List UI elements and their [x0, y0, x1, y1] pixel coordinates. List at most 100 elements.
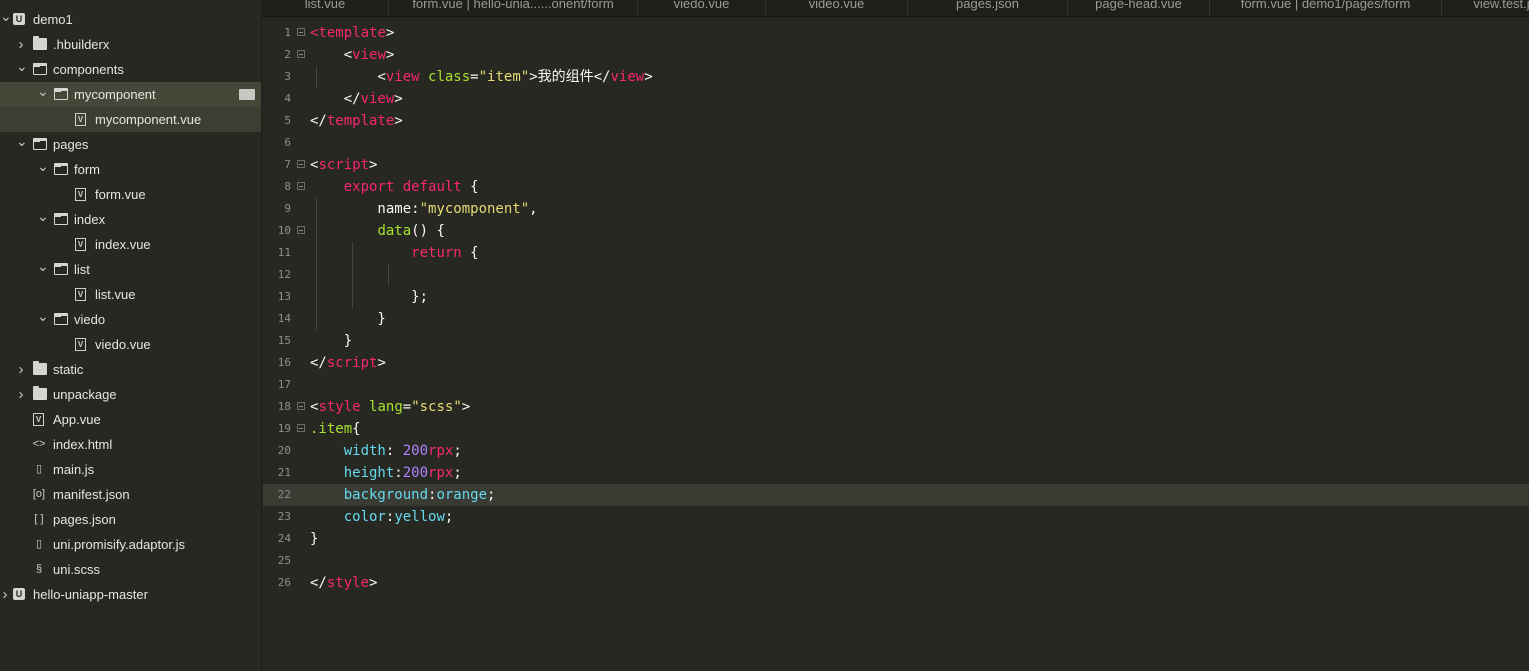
tree-item-form[interactable]: ⌄ form: [0, 157, 261, 182]
tree-item-main-js[interactable]: ▯ main.js: [0, 457, 261, 482]
code-token: </: [310, 113, 327, 129]
editor-tab[interactable]: form.vue | hello-unia......onent/form: [389, 0, 638, 16]
tree-item-hello-uniapp-master[interactable]: › Uhello-uniapp-master: [0, 582, 261, 607]
chevron-down-icon[interactable]: ⌄: [0, 7, 12, 32]
tree-item-mycomponent[interactable]: ⌄ mycomponent: [0, 82, 261, 107]
code-line[interactable]: 6: [263, 132, 1529, 154]
vue-file-icon: V: [75, 288, 86, 301]
code-line[interactable]: 14 }: [263, 308, 1529, 330]
chevron-down-icon[interactable]: ⌄: [37, 207, 49, 232]
fold-toggle-icon[interactable]: [297, 160, 305, 168]
tree-item-manifest-json[interactable]: [o] manifest.json: [0, 482, 261, 507]
tree-item-pages-json[interactable]: [ ] pages.json: [0, 507, 261, 532]
chevron-down-icon[interactable]: ⌄: [16, 132, 28, 157]
code-line[interactable]: 15 }: [263, 330, 1529, 352]
code-line[interactable]: 19 .item{: [263, 418, 1529, 440]
code-line[interactable]: 9 name:"mycomponent",: [263, 198, 1529, 220]
editor-tab[interactable]: list.vue: [262, 0, 389, 16]
code-line[interactable]: 22 background:orange;: [263, 484, 1529, 506]
code-line[interactable]: 13 };: [263, 286, 1529, 308]
code-line[interactable]: 25: [263, 550, 1529, 572]
tree-item-label: demo1: [33, 12, 73, 27]
chevron-right-icon[interactable]: ›: [16, 382, 26, 407]
code-line[interactable]: 12: [263, 264, 1529, 286]
fold-toggle-icon[interactable]: [297, 402, 305, 410]
code-line[interactable]: 23 color:yellow;: [263, 506, 1529, 528]
code-line[interactable]: 10 data() {: [263, 220, 1529, 242]
code-line[interactable]: 7 <script>: [263, 154, 1529, 176]
code-line[interactable]: 8 export default {: [263, 176, 1529, 198]
tree-item-uni-promisify-adaptor-js[interactable]: ▯ uni.promisify.adaptor.js: [0, 532, 261, 557]
tree-item-list[interactable]: ⌄ list: [0, 257, 261, 282]
editor-tab[interactable]: pages.json: [908, 0, 1068, 16]
code-line[interactable]: 5 </template>: [263, 110, 1529, 132]
fold-toggle-icon[interactable]: [297, 28, 305, 36]
tree-item-mycomponent-vue[interactable]: Vmycomponent.vue: [0, 107, 261, 132]
tree-item--hbuilderx[interactable]: › .hbuilderx: [0, 32, 261, 57]
folder-open-icon: [54, 213, 68, 225]
code-line[interactable]: 18 <style lang="scss">: [263, 396, 1529, 418]
editor-tab[interactable]: view.test.j: [1442, 0, 1529, 16]
code-text: </template>: [310, 110, 403, 132]
code-line[interactable]: 2 <view>: [263, 44, 1529, 66]
code-token: height: [343, 465, 395, 481]
code-token: <: [310, 47, 353, 63]
tree-item-static[interactable]: › static: [0, 357, 261, 382]
tree-item-index-vue[interactable]: Vindex.vue: [0, 232, 261, 257]
code-line[interactable]: 24}: [263, 528, 1529, 550]
line-number: 7: [284, 158, 291, 171]
code-line[interactable]: 4 </view>: [263, 88, 1529, 110]
fold-toggle-icon[interactable]: [297, 182, 305, 190]
code-token: template: [318, 25, 386, 41]
code-text: export default {: [310, 176, 479, 198]
tree-item-index-html[interactable]: <> index.html: [0, 432, 261, 457]
chevron-right-icon[interactable]: ›: [16, 357, 26, 382]
chevron-down-icon[interactable]: ⌄: [37, 307, 49, 332]
tree-item-uni-scss[interactable]: § uni.scss: [0, 557, 261, 582]
tree-item-index[interactable]: ⌄ index: [0, 207, 261, 232]
chevron-down-icon[interactable]: ⌄: [37, 257, 49, 282]
tree-item-components[interactable]: ⌄ components: [0, 57, 261, 82]
tree-item-form-vue[interactable]: Vform.vue: [0, 182, 261, 207]
line-number: 1: [284, 26, 291, 39]
code-line[interactable]: 26 </style>: [263, 572, 1529, 594]
tree-item-app-vue[interactable]: V App.vue: [0, 407, 261, 432]
open-folder-icon[interactable]: [239, 89, 255, 100]
editor-tab[interactable]: form.vue | demo1/pages/form: [1210, 0, 1442, 16]
tree-item-list-vue[interactable]: Vlist.vue: [0, 282, 261, 307]
tree-item-demo1[interactable]: ⌄ Udemo1: [0, 7, 261, 32]
tree-item-label: static: [53, 362, 84, 377]
tree-item-viedo-vue[interactable]: Vviedo.vue: [0, 332, 261, 357]
chevron-right-icon[interactable]: ›: [0, 582, 10, 607]
folder-icon: [33, 386, 47, 400]
editor-tab[interactable]: viedo.vue: [638, 0, 766, 16]
tree-item-label: viedo.vue: [95, 337, 151, 352]
folder-open-icon: [54, 163, 68, 175]
code-line[interactable]: 3 <view class="item">我的组件</view>: [263, 66, 1529, 88]
tree-item-pages[interactable]: ⌄ pages: [0, 132, 261, 157]
code-editor[interactable]: 1 <template> 2 <view> 3 <view class="item">…: [263, 17, 1529, 671]
fold-toggle-icon[interactable]: [297, 50, 305, 58]
line-number: 2: [284, 48, 291, 61]
fold-toggle-icon[interactable]: [297, 226, 305, 234]
chevron-down-icon[interactable]: ⌄: [37, 82, 49, 107]
tree-item-label: index.html: [53, 437, 113, 452]
editor-tab[interactable]: page-head.vue: [1068, 0, 1210, 16]
folder-open-icon: [54, 88, 68, 100]
tree-item-unpackage[interactable]: › unpackage: [0, 382, 261, 407]
code-line[interactable]: 17: [263, 374, 1529, 396]
code-text: }: [310, 528, 318, 550]
chevron-right-icon[interactable]: ›: [16, 32, 26, 57]
fold-toggle-icon[interactable]: [297, 424, 305, 432]
code-line[interactable]: 20 width: 200rpx;: [263, 440, 1529, 462]
code-line[interactable]: 11 return {: [263, 242, 1529, 264]
code-line[interactable]: 16 </script>: [263, 352, 1529, 374]
tree-item-viedo[interactable]: ⌄ viedo: [0, 307, 261, 332]
code-token: }: [310, 311, 386, 327]
chevron-down-icon[interactable]: ⌄: [37, 157, 49, 182]
code-line[interactable]: 21 height:200rpx;: [263, 462, 1529, 484]
chevron-down-icon[interactable]: ⌄: [16, 57, 28, 82]
code-line[interactable]: 1 <template>: [263, 22, 1529, 44]
editor-tab[interactable]: video.vue: [766, 0, 908, 16]
